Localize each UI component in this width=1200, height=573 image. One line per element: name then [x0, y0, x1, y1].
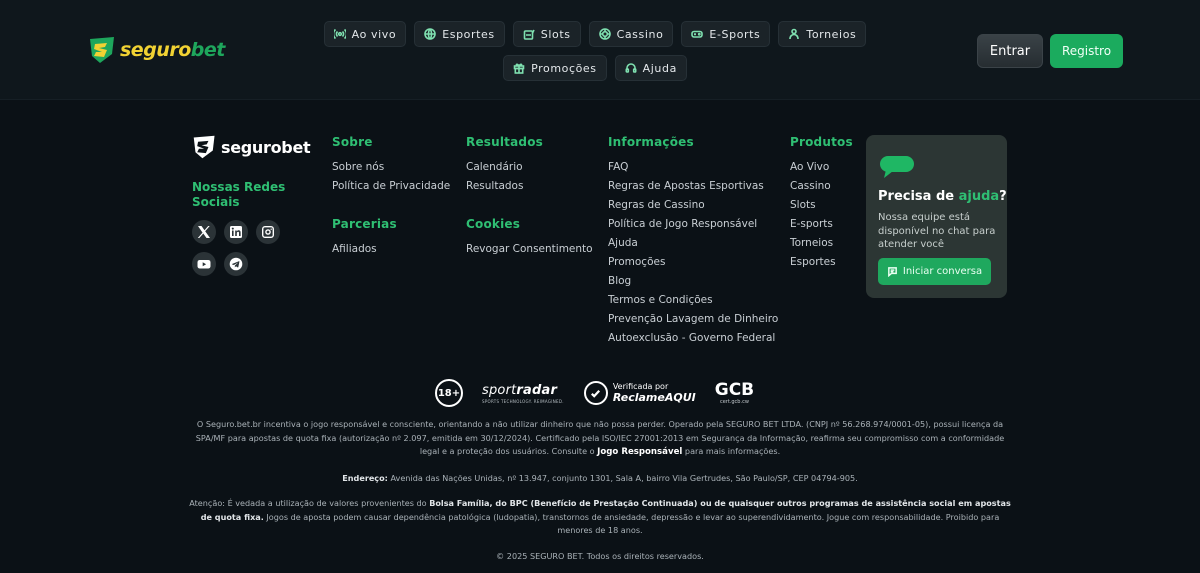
- link-promocoes[interactable]: Promoções: [608, 253, 778, 272]
- check-circle-icon: [583, 381, 608, 405]
- gift-icon: [513, 63, 525, 74]
- youtube-icon[interactable]: [192, 252, 216, 276]
- nav-label: Torneios: [806, 27, 857, 41]
- link-termos[interactable]: Termos e Condições: [608, 291, 778, 310]
- nav-ao-vivo[interactable]: Ao vivo: [323, 21, 407, 47]
- column-parcerias: Parcerias Afiliados: [332, 217, 397, 259]
- headset-icon: [625, 63, 637, 73]
- chat-bubble-icon: [880, 156, 914, 178]
- link-regras-cassino[interactable]: Regras de Cassino: [608, 196, 778, 215]
- address: Endereço: Avenida das Nações Unidas, nº …: [342, 472, 858, 483]
- x-twitter-icon[interactable]: [192, 220, 216, 244]
- help-text: Nossa equipe está disponível no chat par…: [878, 212, 996, 250]
- link-torneios[interactable]: Torneios: [790, 234, 853, 253]
- login-button[interactable]: Entrar: [977, 34, 1043, 68]
- column-title: Informações: [608, 135, 694, 149]
- brand-logo[interactable]: segurobet: [88, 36, 225, 64]
- link-esports[interactable]: E-sports: [790, 215, 853, 234]
- gcb-badge[interactable]: GCB cert.gcb.cw: [715, 381, 754, 405]
- trophy-person-icon: [789, 28, 800, 40]
- nav-label: E-Sports: [709, 27, 761, 41]
- casino-chip-icon: [598, 28, 611, 40]
- link-regras-apostas[interactable]: Regras de Apostas Esportivas: [608, 177, 778, 196]
- linkedin-icon[interactable]: [224, 220, 248, 244]
- nav-promocoes[interactable]: Promoções: [503, 55, 607, 81]
- globe-ball-icon: [424, 28, 437, 40]
- live-signal-icon: [333, 28, 346, 40]
- reclame-aqui-badge[interactable]: Verificada por ReclameAQUI: [583, 381, 696, 405]
- responsible-gaming-notice: O Seguro.bet.br incentiva o jogo respons…: [195, 419, 1005, 457]
- telegram-icon[interactable]: [224, 252, 248, 276]
- nav-label: Esportes: [442, 27, 495, 41]
- certification-badges: 18+ sportradar SPORTS TECHNOLOGY. REIMAG…: [435, 378, 754, 408]
- nav-label: Promoções: [531, 61, 597, 75]
- footer-wordmark: segurobet: [221, 137, 311, 157]
- brand-wordmark: segurobet: [120, 39, 225, 61]
- legal-text: O Seguro.bet.br incentiva o jogo respons…: [185, 418, 1015, 563]
- link-esportes[interactable]: Esportes: [790, 253, 853, 272]
- link-prevencao-lavagem[interactable]: Prevenção Lavagem de Dinheiro: [608, 310, 778, 329]
- nav-cassino[interactable]: Cassino: [588, 21, 674, 47]
- gamepad-icon: [691, 30, 704, 38]
- nav-label: Ao vivo: [351, 27, 397, 41]
- nav-slots[interactable]: Slots: [512, 21, 581, 47]
- column-title: Cookies: [466, 217, 521, 231]
- column-produtos: Produtos Ao Vivo Cassino Slots E-sports …: [790, 135, 853, 272]
- link-politica-privacidade[interactable]: Política de Privacidade: [332, 177, 450, 196]
- help-title: Precisa de ajuda?: [878, 189, 1007, 204]
- column-informacoes: Informações FAQ Regras de Apostas Esport…: [608, 135, 778, 348]
- top-header: segurobet Ao vivo Esportes Slots Cassino…: [0, 0, 1200, 100]
- shield-logo-icon: [193, 135, 215, 159]
- column-cookies: Cookies Revogar Consentimento: [466, 217, 593, 259]
- link-jogo-responsavel[interactable]: Política de Jogo Responsável: [608, 215, 778, 234]
- shield-logo-icon: [90, 37, 114, 63]
- column-title: Parcerias: [332, 217, 397, 231]
- sportradar-logo: sportradar SPORTS TECHNOLOGY. REIMAGINED…: [482, 382, 564, 404]
- link-cassino[interactable]: Cassino: [790, 177, 853, 196]
- column-title: Produtos: [790, 135, 853, 149]
- nav-torneios[interactable]: Torneios: [778, 21, 867, 47]
- column-title: Sobre: [332, 135, 373, 149]
- link-revogar-consentimento[interactable]: Revogar Consentimento: [466, 240, 593, 259]
- nav-label: Ajuda: [642, 61, 677, 75]
- instagram-icon[interactable]: [256, 220, 280, 244]
- copyright: © 2025 SEGURO BET. Todos os direitos res…: [496, 550, 704, 561]
- link-blog[interactable]: Blog: [608, 272, 778, 291]
- link-resultados[interactable]: Resultados: [466, 177, 543, 196]
- link-autoexclusao[interactable]: Autoexclusão - Governo Federal: [608, 329, 778, 348]
- nav-label: Cassino: [616, 27, 664, 41]
- column-title: Resultados: [466, 135, 543, 149]
- help-card: Precisa de ajuda? Nossa equipe está disp…: [866, 135, 1007, 298]
- column-resultados: Resultados Calendário Resultados: [466, 135, 543, 196]
- column-sobre: Sobre Sobre nós Política de Privacidade: [332, 135, 450, 196]
- link-faq[interactable]: FAQ: [608, 158, 778, 177]
- jogo-responsavel-link[interactable]: Jogo Responsável: [597, 447, 682, 457]
- main-nav: Ao vivo Esportes Slots Cassino E-Sports …: [300, 21, 890, 81]
- nav-label: Slots: [540, 27, 571, 41]
- start-chat-label: Iniciar conversa: [902, 266, 983, 277]
- footer-logo[interactable]: segurobet: [192, 134, 311, 160]
- link-sobre-nos[interactable]: Sobre nós: [332, 158, 450, 177]
- nav-ajuda[interactable]: Ajuda: [614, 55, 687, 81]
- link-ao-vivo[interactable]: Ao Vivo: [790, 158, 853, 177]
- link-calendario[interactable]: Calendário: [466, 158, 543, 177]
- start-chat-button[interactable]: Iniciar conversa: [878, 258, 991, 285]
- social-title: Nossas Redes Sociais: [192, 180, 286, 209]
- link-afiliados[interactable]: Afiliados: [332, 240, 397, 259]
- chat-icon: [887, 267, 897, 277]
- nav-esportes[interactable]: Esportes: [414, 21, 505, 47]
- slot-machine-icon: [523, 29, 535, 40]
- link-slots[interactable]: Slots: [790, 196, 853, 215]
- register-button[interactable]: Registro: [1050, 34, 1123, 68]
- social-links: [192, 220, 292, 276]
- link-ajuda[interactable]: Ajuda: [608, 234, 778, 253]
- nav-esports[interactable]: E-Sports: [681, 21, 771, 47]
- warning-notice: Atenção: É vedada a utilização de valore…: [189, 498, 1011, 535]
- age-18-badge: 18+: [435, 379, 463, 407]
